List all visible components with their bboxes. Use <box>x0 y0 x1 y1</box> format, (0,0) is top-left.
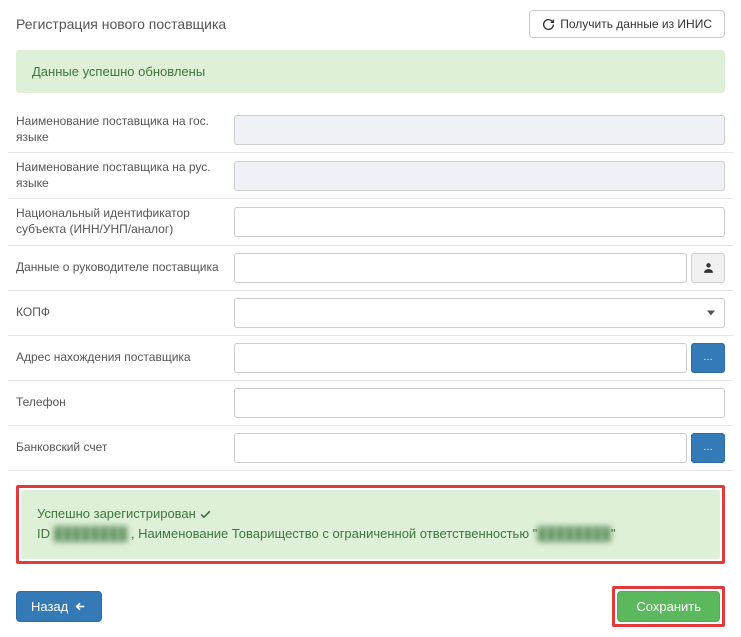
result-id-value: ████████ <box>54 526 128 541</box>
row-name-gov: Наименование поставщика на гос. языке <box>8 107 733 153</box>
footer-row: Назад Сохранить <box>8 564 733 637</box>
row-address: Адрес нахождения поставщика … <box>8 336 733 381</box>
result-id-prefix: ID <box>37 526 54 541</box>
save-highlight: Сохранить <box>612 586 725 627</box>
input-bank[interactable] <box>234 433 687 463</box>
label-address: Адрес нахождения поставщика <box>16 350 226 366</box>
row-national-id: Национальный идентификатор субъекта (ИНН… <box>8 199 733 245</box>
header-row: Регистрация нового поставщика Получить д… <box>8 0 733 50</box>
refresh-icon <box>542 18 555 31</box>
input-manager[interactable] <box>234 253 687 283</box>
label-kopf: КОПФ <box>16 305 226 321</box>
label-phone: Телефон <box>16 395 226 411</box>
pick-manager-button[interactable] <box>691 253 725 283</box>
row-phone: Телефон <box>8 381 733 426</box>
row-bank: Банковский счет … <box>8 426 733 471</box>
ellipsis-icon: … <box>703 442 713 453</box>
input-national-id[interactable] <box>234 207 725 237</box>
input-name-gov[interactable] <box>234 115 725 145</box>
user-icon <box>702 261 715 274</box>
get-inis-data-label: Получить данные из ИНИС <box>560 17 712 31</box>
ellipsis-icon: … <box>703 352 713 363</box>
input-name-rus[interactable] <box>234 161 725 191</box>
save-button[interactable]: Сохранить <box>617 591 720 622</box>
row-manager: Данные о руководителе поставщика <box>8 246 733 291</box>
label-bank: Банковский счет <box>16 440 226 456</box>
page-title: Регистрация нового поставщика <box>16 16 226 32</box>
result-line1: Успешно зарегистрирован <box>37 506 196 521</box>
row-name-rus: Наименование поставщика на рус. языке <box>8 153 733 199</box>
registration-result: Успешно зарегистрирован ID ████████ , На… <box>21 490 720 560</box>
registration-result-highlight: Успешно зарегистрирован ID ████████ , На… <box>16 485 725 565</box>
label-national-id: Национальный идентификатор субъекта (ИНН… <box>16 206 226 237</box>
pick-address-button[interactable]: … <box>691 343 725 373</box>
input-phone[interactable] <box>234 388 725 418</box>
pick-bank-button[interactable]: … <box>691 433 725 463</box>
select-kopf[interactable] <box>234 298 725 328</box>
result-suffix: " <box>611 526 616 541</box>
label-name-gov: Наименование поставщика на гос. языке <box>16 114 226 145</box>
input-address[interactable] <box>234 343 687 373</box>
row-kopf: КОПФ <box>8 291 733 336</box>
arrow-left-icon <box>74 600 87 613</box>
label-manager: Данные о руководителе поставщика <box>16 260 226 276</box>
back-button[interactable]: Назад <box>16 591 102 622</box>
back-label: Назад <box>31 599 68 614</box>
label-name-rus: Наименование поставщика на рус. языке <box>16 160 226 191</box>
get-inis-data-button[interactable]: Получить данные из ИНИС <box>529 10 725 38</box>
result-name-value: ████████ <box>537 526 611 541</box>
result-mid: , Наименование Товарищество с ограниченн… <box>127 526 537 541</box>
alert-updated: Данные успешно обновлены <box>16 50 725 93</box>
check-icon <box>199 508 212 521</box>
